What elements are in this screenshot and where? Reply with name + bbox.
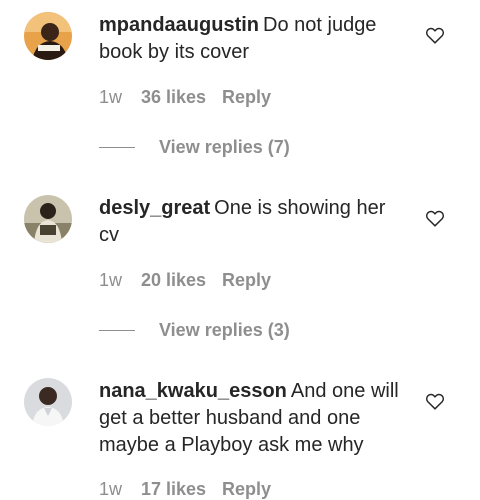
username[interactable]: desly_great xyxy=(99,197,210,219)
timestamp: 1w xyxy=(99,479,123,499)
comment-meta: 1w 17 likes Reply xyxy=(99,479,271,500)
view-replies-label: View replies (3) xyxy=(159,320,290,340)
likes-count[interactable]: 36 likes xyxy=(141,87,222,108)
heart-icon[interactable] xyxy=(424,207,446,229)
profile-photo xyxy=(24,12,72,60)
reply-button[interactable]: Reply xyxy=(222,270,271,291)
divider-line xyxy=(99,147,135,148)
avatar[interactable] xyxy=(24,195,72,243)
avatar[interactable] xyxy=(24,12,72,60)
username[interactable]: mpandaaugustin xyxy=(99,14,259,36)
timestamp: 1w xyxy=(99,270,123,290)
likes-count[interactable]: 17 likes xyxy=(141,479,222,500)
view-replies-button[interactable]: View replies (3) xyxy=(99,320,290,341)
reply-button[interactable]: Reply xyxy=(222,87,271,108)
comment-text: mpandaaugustin Do not judge book by its c… xyxy=(99,12,409,66)
divider-line xyxy=(99,330,135,331)
comment-text: nana_kwaku_esson And one will get a bette… xyxy=(99,378,409,459)
comment-text: desly_great One is showing her cv xyxy=(99,195,409,249)
comment-meta: 1w 36 likes Reply xyxy=(99,87,271,108)
avatar[interactable] xyxy=(24,378,72,426)
profile-photo xyxy=(24,378,72,426)
timestamp: 1w xyxy=(99,87,123,107)
comment-meta: 1w 20 likes Reply xyxy=(99,270,271,291)
view-replies-label: View replies (7) xyxy=(159,137,290,157)
likes-count[interactable]: 20 likes xyxy=(141,270,222,291)
view-replies-button[interactable]: View replies (7) xyxy=(99,137,290,158)
heart-icon[interactable] xyxy=(424,24,446,46)
profile-photo xyxy=(24,195,72,243)
reply-button[interactable]: Reply xyxy=(222,479,271,500)
heart-icon[interactable] xyxy=(424,390,446,412)
username[interactable]: nana_kwaku_esson xyxy=(99,380,287,402)
